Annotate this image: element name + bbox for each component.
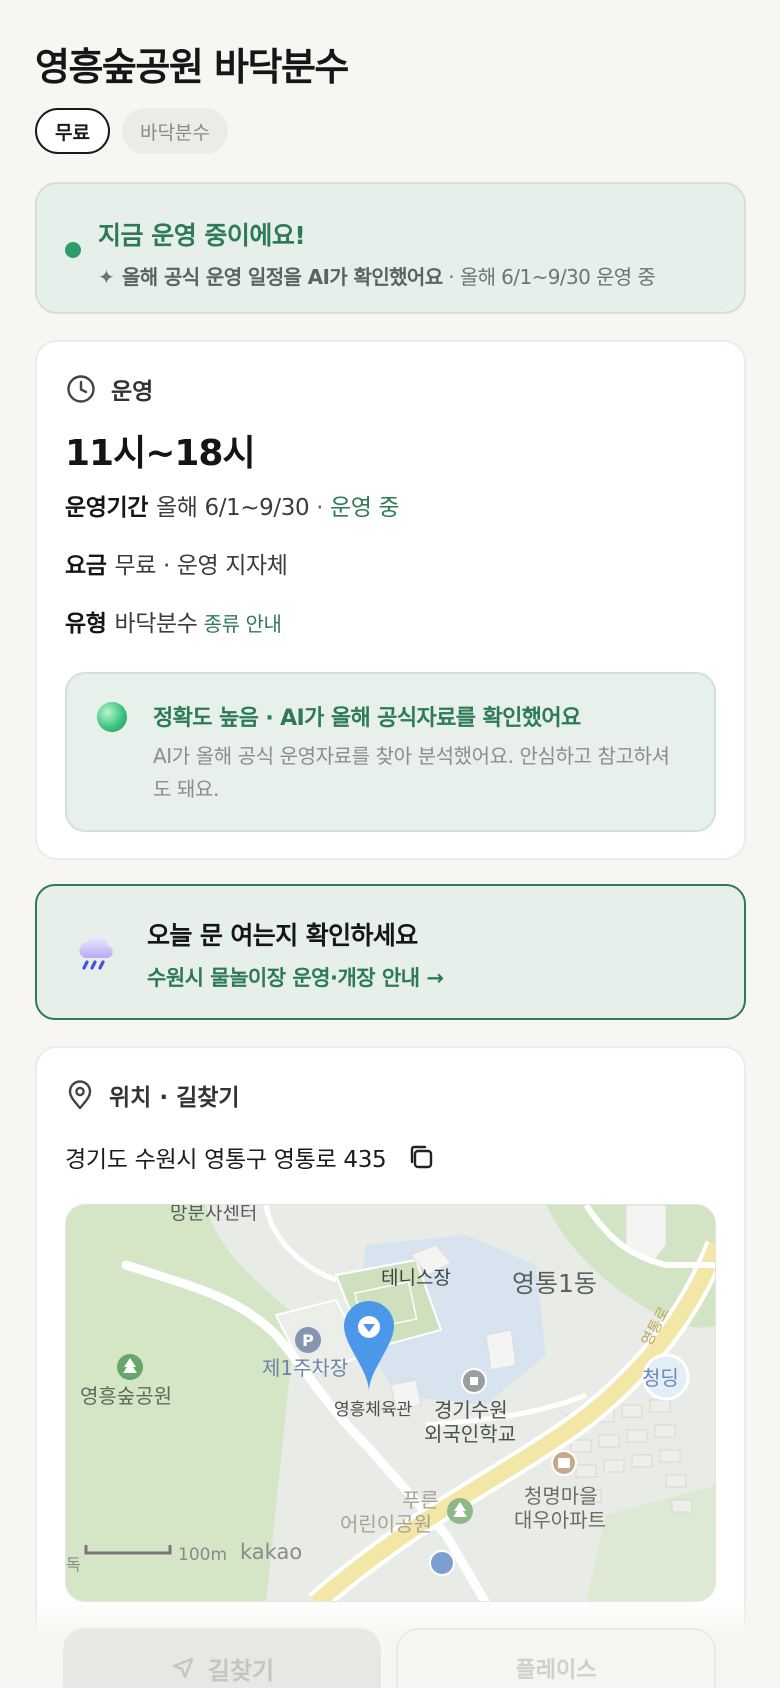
period-row: 운영기간 올해 6/1~9/30 · 운영 중 <box>65 488 400 522</box>
address-text: 경기도 수원시 영통구 영통로 435 <box>65 1147 387 1173</box>
location-header: 위치 · 길찾기 <box>65 1078 240 1112</box>
period-value: 올해 6/1~9/30 <box>156 495 310 521</box>
place-button[interactable]: 플레이스 <box>396 1628 716 1688</box>
location-card: 위치 · 길찾기 경기도 수원시 영통구 영통로 435 망분사센터 테니스장 … <box>35 1046 746 1688</box>
chip-floor-fountain[interactable]: 바닥분수 <box>121 108 228 154</box>
fee-key: 요금 <box>65 553 107 579</box>
status-period: · 올해 6/1~9/30 운영 중 <box>442 265 656 289</box>
accuracy-title: 정확도 높음 · AI가 올해 공식자료를 확인했어요 <box>153 706 581 731</box>
tag-chips: 무료 바닥분수 <box>35 108 228 154</box>
rain-cloud-icon <box>79 935 113 970</box>
chip-free[interactable]: 무료 <box>35 108 110 154</box>
pin-icon <box>68 1080 92 1110</box>
check-today-title: 오늘 문 여는지 확인하세요 <box>147 921 418 950</box>
status-subtitle: ✦ 올해 공식 운영 일정을 AI가 확인했어요 · 올해 6/1~9/30 운영… <box>98 261 656 290</box>
operation-info-card: 운영 11시~18시 운영기간 올해 6/1~9/30 · 운영 중 요금 무료 ·… <box>35 340 746 860</box>
clock-icon <box>67 375 95 403</box>
operation-heading: 운영 <box>111 379 154 405</box>
directions-button[interactable]: 길찾기 <box>63 1628 381 1688</box>
map-label-corner: 독 <box>66 1555 81 1574</box>
location-heading: 위치 · 길찾기 <box>109 1085 240 1111</box>
map-label-top-cut: 망분사센터 <box>170 1205 257 1224</box>
navigation-arrow-icon <box>172 1657 194 1679</box>
check-today-card[interactable]: 오늘 문 여는지 확인하세요 수원시 물놀이장 운영·개장 안내 → <box>35 884 746 1020</box>
operating-hours: 11시~18시 <box>65 433 256 474</box>
map-label-school-1: 경기수원 <box>434 1398 508 1422</box>
type-value: 바닥분수 <box>114 611 198 637</box>
status-ai-checked: 올해 공식 운영 일정을 AI가 확인했어요 <box>122 265 443 289</box>
place-label: 플레이스 <box>515 1658 597 1683</box>
status-title: 지금 운영 중이에요! <box>98 221 306 250</box>
map-label-kids-1: 푸른 <box>402 1488 439 1512</box>
period-key: 운영기간 <box>65 495 149 521</box>
map-label-gym: 영흥체육관 <box>334 1400 412 1420</box>
status-dot-icon <box>65 242 81 258</box>
period-status: · 운영 중 <box>309 495 400 521</box>
map-label-kids-2: 어린이공원 <box>340 1512 432 1536</box>
page-title: 영흥숲공원 바닥분수 <box>35 45 349 89</box>
map-scale-label: 100m <box>178 1545 227 1565</box>
type-row: 유형 바닥분수 종류 안내 <box>65 604 282 638</box>
map-label-park: 영흥숲공원 <box>80 1384 172 1408</box>
accuracy-orb-icon <box>97 702 127 732</box>
operation-header: 운영 <box>65 372 153 406</box>
sparkle-icon: ✦ <box>98 265 115 289</box>
address-row: 경기도 수원시 영통구 영통로 435 <box>65 1140 436 1174</box>
directions-label: 길찾기 <box>207 1656 275 1685</box>
fee-row: 요금 무료 · 운영 지자체 <box>65 546 288 580</box>
map-label-parking: 제1주차장 <box>262 1356 348 1380</box>
type-guide-link[interactable]: 종류 안내 <box>204 612 282 636</box>
map-label-apt-1: 청명마을 <box>524 1484 598 1508</box>
accuracy-description: AI가 올해 공식 운영자료를 찾아 분석했어요. 안심하고 참고하셔도 돼요. <box>153 744 670 801</box>
map-brand-label: kakao <box>240 1540 302 1564</box>
location-map[interactable]: 망분사센터 테니스장 영통1동 P 제1주차장 영흥숲공원 영흥체육관 경기수원… <box>65 1204 716 1602</box>
suwon-notice-link[interactable]: 수원시 물놀이장 운영·개장 안내 → <box>147 962 444 992</box>
map-label-district: 영통1동 <box>512 1269 597 1298</box>
type-key: 유형 <box>65 611 107 637</box>
operating-status-card: 지금 운영 중이에요! ✦ 올해 공식 운영 일정을 AI가 확인했어요 · 올해… <box>35 182 746 314</box>
svg-text:P: P <box>302 1331 314 1350</box>
fee-value: 무료 · 운영 지자체 <box>114 553 288 579</box>
map-label-school-2: 외국인학교 <box>424 1422 516 1446</box>
map-label-apt-2: 대우아파트 <box>514 1508 606 1532</box>
map-label-tennis: 테니스장 <box>381 1267 451 1289</box>
accuracy-box: 정확도 높음 · AI가 올해 공식자료를 확인했어요 AI가 올해 공식 운영… <box>65 672 716 832</box>
copy-icon[interactable] <box>406 1142 436 1172</box>
map-label-edge: 청딩 <box>642 1366 679 1390</box>
